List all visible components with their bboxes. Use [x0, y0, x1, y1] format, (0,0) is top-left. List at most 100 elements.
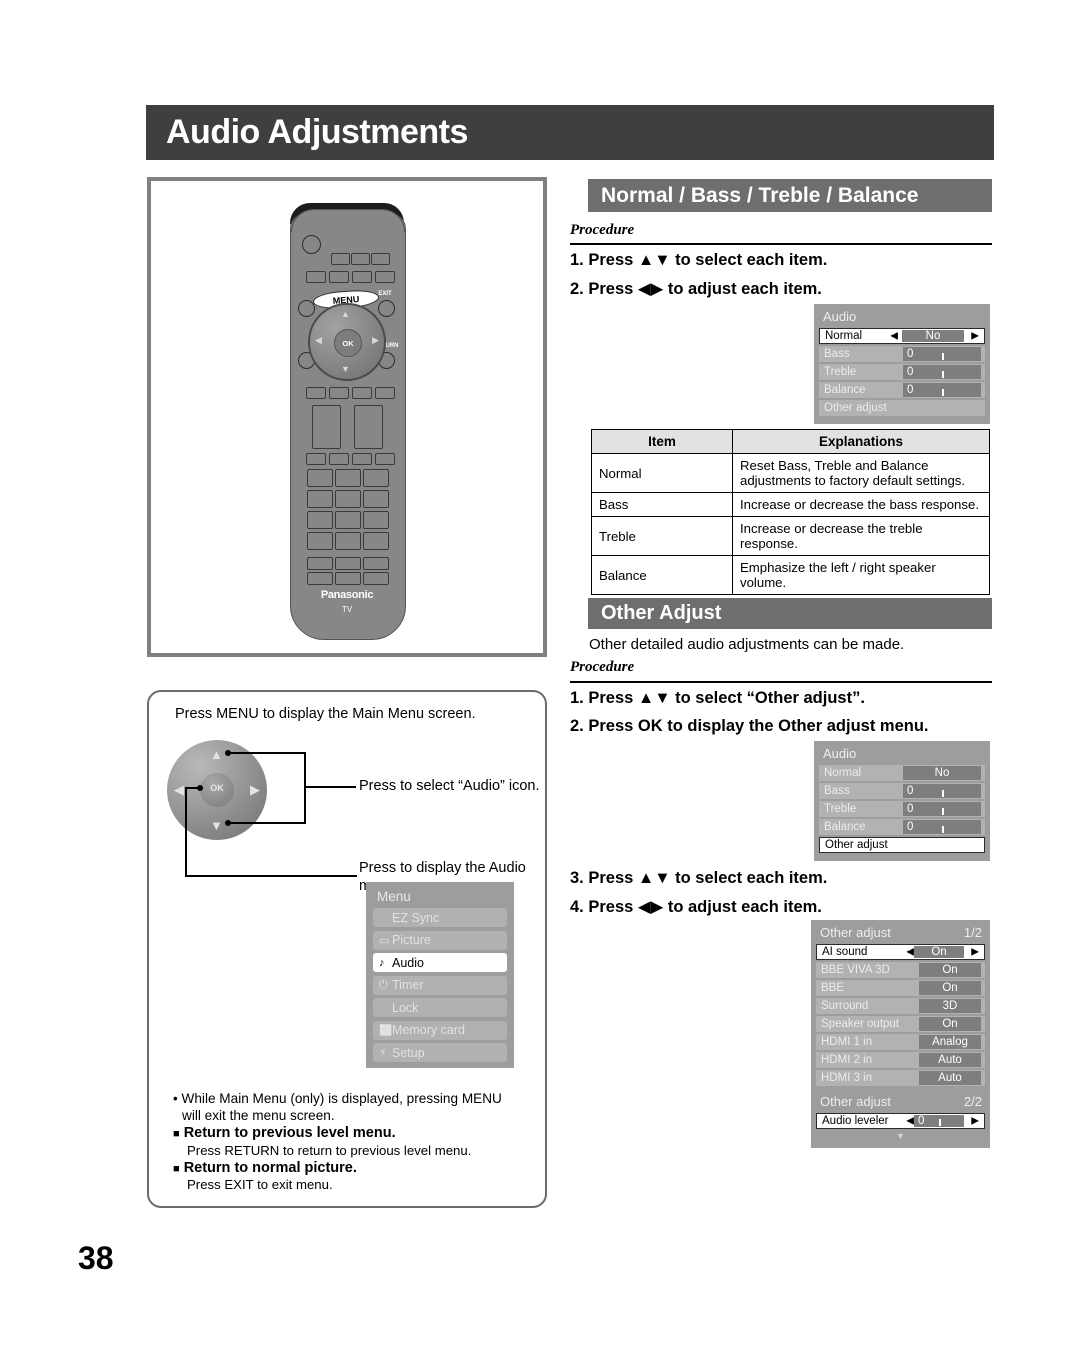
increase-arrow-icon[interactable]: ▶	[971, 947, 979, 958]
section-title-2: Other Adjust	[588, 602, 721, 625]
osd-row-bass[interactable]: Bass 0	[819, 346, 985, 362]
osd-row-normal[interactable]: Normal No ◀ ▶	[819, 328, 985, 344]
slider-tick	[942, 826, 944, 833]
nav-ok-label: OK	[200, 783, 234, 793]
instructions-notes: • While Main Menu (only) is displayed, p…	[173, 1090, 533, 1194]
menu-item-ez-sync[interactable]: EZ Sync	[373, 908, 507, 927]
osd-row-label: Treble	[824, 803, 856, 815]
osd-row-label: HDMI 1 in	[821, 1036, 872, 1048]
menu-item-picture[interactable]: ▭ Picture	[373, 931, 507, 950]
nav-pad-illustration: ▲ ▼ ◀ ▶ OK	[167, 740, 267, 840]
osd-row-slider[interactable]: 0	[903, 347, 981, 361]
remote-button	[352, 271, 372, 283]
other-adjust-osd-page1: Other adjust 1/2 AI sound On ◀ ▶ BBE VIVA 3D…	[811, 920, 990, 1105]
osd-row-slider[interactable]: 0	[903, 784, 981, 798]
other-adjust-osd-page1-title: Other adjust	[820, 925, 891, 940]
table-header-item: Item	[592, 430, 733, 454]
table-cell-explanation: Reset Bass, Treble and Balance adjustment…	[733, 454, 990, 493]
keypad-button	[363, 532, 389, 550]
table-cell-explanation: Increase or decrease the treble response…	[733, 517, 990, 556]
audio-icon: ♪	[379, 957, 392, 969]
remote-button	[375, 453, 395, 465]
callout-select-audio: Press to select “Audio” icon.	[359, 778, 540, 796]
osd-row-bass[interactable]: Bass 0	[819, 783, 985, 799]
remote-brand: Panasonic	[290, 589, 404, 601]
remote-button	[363, 572, 389, 585]
osd-row-ai-sound[interactable]: AI sound On ◀ ▶	[816, 944, 985, 960]
decrease-arrow-icon[interactable]: ◀	[906, 1116, 914, 1127]
menu-item-lock[interactable]:  Lock	[373, 998, 507, 1017]
osd-row-surround[interactable]: Surround 3D	[816, 998, 985, 1014]
memory-card-icon: ⬜	[379, 1024, 392, 1037]
osd-row-hdmi-2-in[interactable]: HDMI 2 in Auto	[816, 1052, 985, 1068]
osd-row-balance[interactable]: Balance 0	[819, 382, 985, 398]
main-menu-osd-header: Menu	[373, 888, 507, 908]
osd-row-treble[interactable]: Treble 0	[819, 364, 985, 380]
osd-row-bbe[interactable]: BBE On	[816, 980, 985, 996]
increase-arrow-icon[interactable]: ▶	[971, 1116, 979, 1127]
decrease-arrow-icon[interactable]: ◀	[890, 331, 898, 342]
osd-row-value: No	[903, 766, 981, 780]
nav-ok-button: OK	[200, 773, 234, 807]
osd-row-slider[interactable]: 0	[914, 1115, 964, 1127]
osd-row-balance[interactable]: Balance 0	[819, 819, 985, 835]
callout-line	[228, 752, 306, 754]
osd-row-label: Audio leveler	[822, 1115, 888, 1127]
osd-row-slider[interactable]: 0	[903, 383, 981, 397]
menu-item-memory-card[interactable]: ⬜ Memory card	[373, 1021, 507, 1040]
osd-row-hdmi-1-in[interactable]: HDMI 1 in Analog	[816, 1034, 985, 1050]
osd-row-speaker-output[interactable]: Speaker output On	[816, 1016, 985, 1032]
section-banner-other-adjust: Other Adjust	[588, 598, 992, 629]
osd-row-label: Normal	[824, 767, 861, 779]
procedure-label-1: Procedure	[570, 222, 634, 239]
dpad-down-icon: ▼	[341, 365, 350, 374]
osd-row-label: Bass	[824, 348, 850, 360]
osd-row-hdmi-3-in[interactable]: HDMI 3 in Auto	[816, 1070, 985, 1086]
osd-row-treble[interactable]: Treble 0	[819, 801, 985, 817]
step-2-3: 3. Press ▲▼ to select each item.	[570, 869, 827, 888]
osd-row-value: On	[919, 1017, 981, 1031]
callout-line	[304, 786, 356, 788]
remote-button	[329, 387, 349, 399]
osd-row-value: On	[919, 981, 981, 995]
osd-row-bbe-viva-3d[interactable]: BBE VIVA 3D On	[816, 962, 985, 978]
step-2-1: 1. Press ▲▼ to select “Other adjust”.	[570, 689, 865, 708]
osd-row-label: Balance	[824, 384, 866, 396]
osd-row-label: HDMI 3 in	[821, 1072, 872, 1084]
osd-row-value: 0	[907, 820, 913, 834]
increase-arrow-icon[interactable]: ▶	[971, 331, 979, 342]
osd-row-slider[interactable]: 0	[903, 365, 981, 379]
remote-button	[371, 253, 390, 265]
osd-row-slider[interactable]: 0	[903, 820, 981, 834]
remote-exit-label: EXIT	[372, 291, 398, 297]
dpad-right-icon: ▶	[372, 336, 379, 345]
menu-item-audio[interactable]: ♪ Audio	[373, 953, 507, 972]
decrease-arrow-icon[interactable]: ◀	[906, 947, 914, 958]
nav-down-icon: ▼	[210, 819, 223, 832]
callout-display-audio-menu-line1: Press to display the Audio	[359, 860, 526, 878]
keypad-button	[363, 511, 389, 529]
step-1-1: 1. Press ▲▼ to select each item.	[570, 251, 827, 270]
osd-row-value: 3D	[919, 999, 981, 1013]
osd-row-other-adjust[interactable]: Other adjust	[819, 837, 985, 853]
osd-row-other-adjust[interactable]: Other adjust	[819, 400, 985, 416]
menu-item-label: Setup	[392, 1046, 425, 1060]
table-row: Balance Emphasize the left / right speake…	[592, 556, 990, 595]
table-header-row: Item Explanations	[592, 430, 990, 454]
keypad-button	[363, 490, 389, 508]
osd-row-normal[interactable]: Normal No	[819, 765, 985, 781]
osd-row-slider[interactable]: 0	[903, 802, 981, 816]
osd-row-audio-leveler[interactable]: Audio leveler 0 ◀ ▶	[816, 1113, 985, 1129]
explanations-table: Item Explanations Normal Reset Bass, Treb…	[591, 429, 990, 595]
scroll-down-icon[interactable]: ▼	[816, 1131, 985, 1142]
keypad-button	[307, 532, 333, 550]
callout-line	[185, 787, 187, 877]
osd-row-value: 0	[907, 347, 913, 361]
timer-icon: ⏻	[379, 979, 392, 992]
osd-row-label: Other adjust	[824, 402, 887, 414]
table-row: Normal Reset Bass, Treble and Balance adju…	[592, 454, 990, 493]
remote-brand-sub: TV	[290, 605, 404, 614]
menu-item-setup[interactable]: ⚡ Setup	[373, 1043, 507, 1062]
menu-item-timer[interactable]: ⏻ Timer	[373, 976, 507, 995]
osd-row-value: 0	[907, 802, 913, 816]
